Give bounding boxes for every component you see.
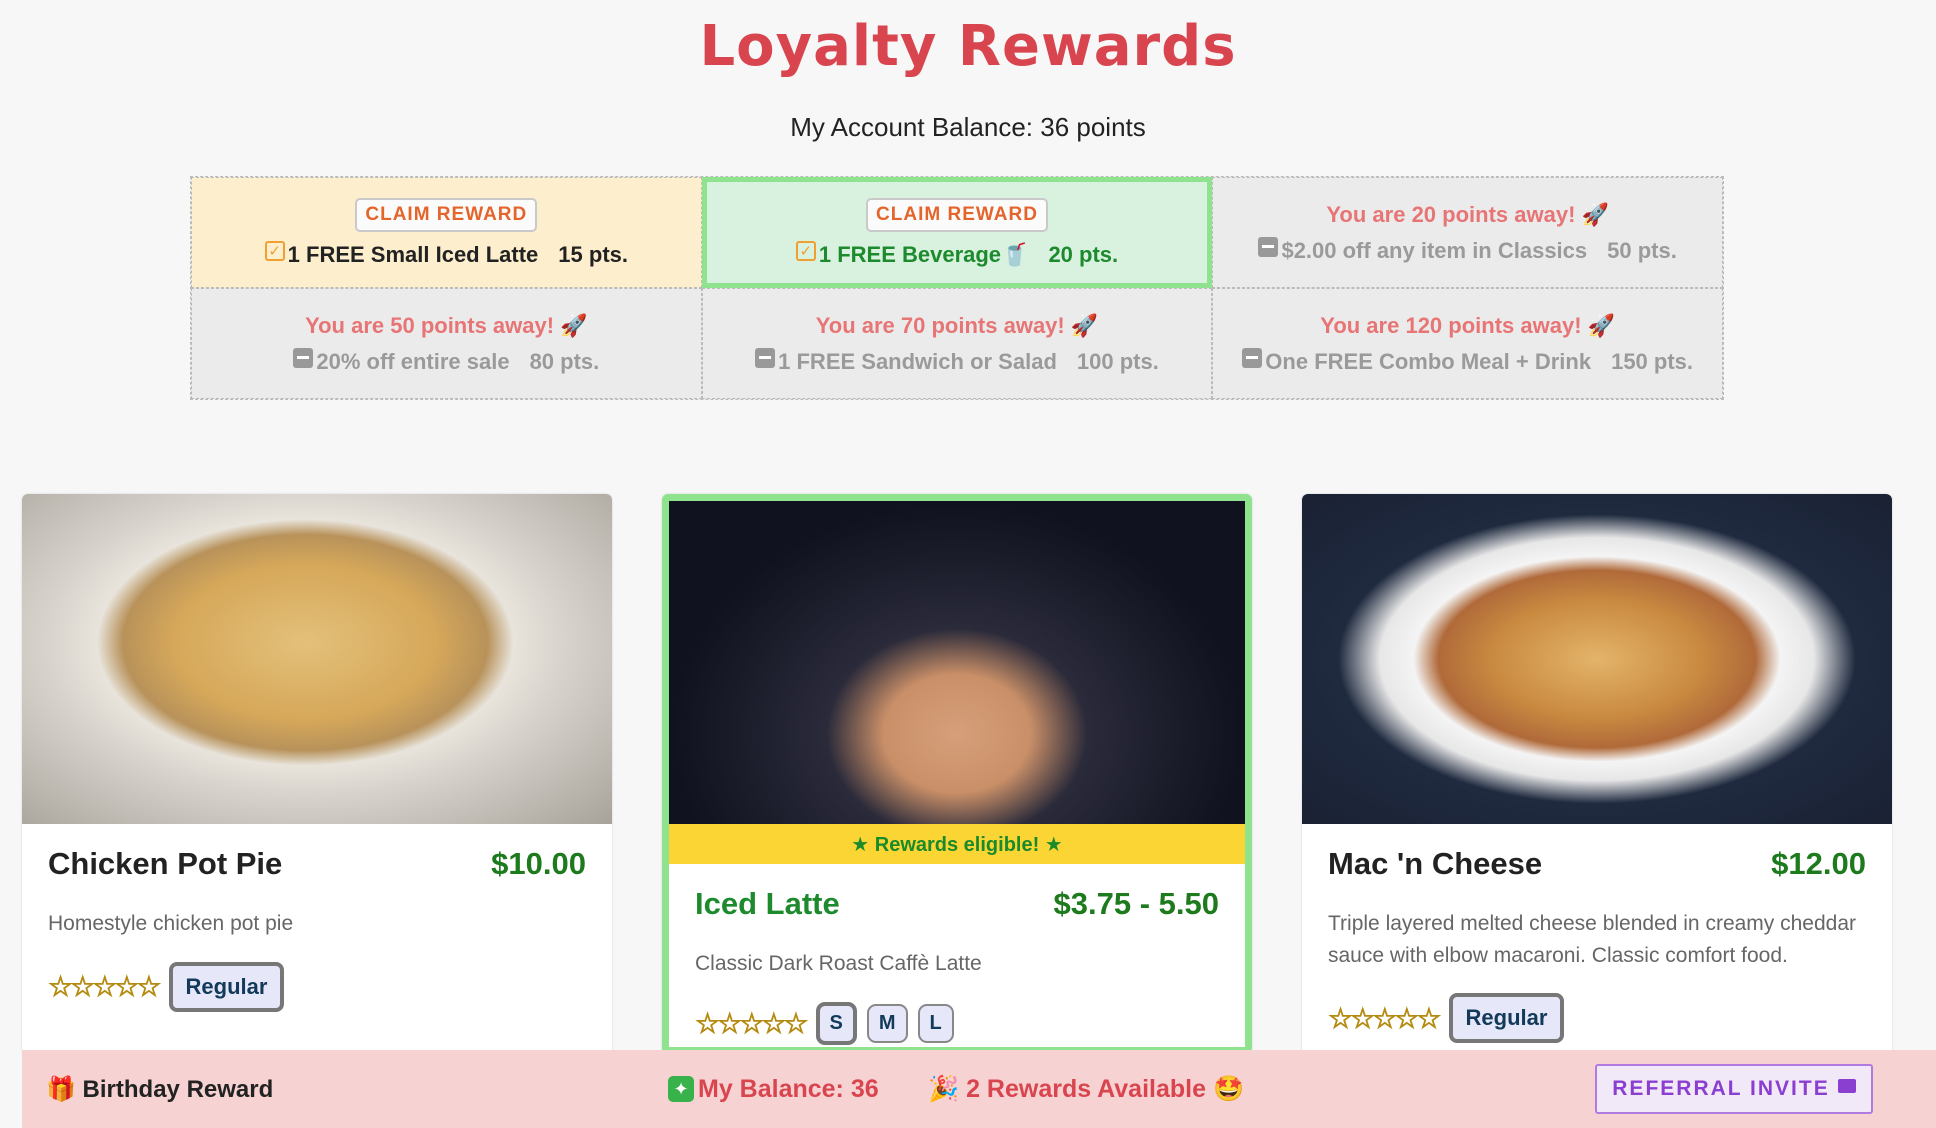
locked-checkbox-icon xyxy=(1242,347,1263,368)
reward-line: ✓ 1 FREE Beverage🥤 20 pts. xyxy=(795,240,1119,268)
reward-cell: You are 70 points away! 🚀 1 FREE Sandwic… xyxy=(701,288,1213,399)
reward-line: 1 FREE Sandwich or Salad 100 pts. xyxy=(755,347,1159,375)
reward-name: One FREE Combo Meal + Drink xyxy=(1265,348,1592,374)
rewards-footer-bar: 🎁 Birthday Reward ✦ My Balance: 36 🎉 2 R… xyxy=(22,1050,1936,1128)
product-name: Chicken Pot Pie xyxy=(48,846,283,881)
product-price: $3.75 - 5.50 xyxy=(1053,886,1219,921)
locked-checkbox-icon xyxy=(1258,236,1279,257)
reward-line: ✓ 1 FREE Small Iced Latte 15 pts. xyxy=(264,240,628,268)
reward-name: 1 FREE Beverage🥤 xyxy=(818,241,1029,267)
reward-line: 20% off entire sale 80 pts. xyxy=(293,347,600,375)
reward-name: $2.00 off any item in Classics xyxy=(1281,237,1588,263)
points-away-text: You are 120 points away! 🚀 xyxy=(1320,312,1616,338)
size-s-button[interactable]: S xyxy=(815,1001,857,1045)
reward-cell: You are 50 points away! 🚀 20% off entire… xyxy=(191,288,702,399)
option-regular-button[interactable]: Regular xyxy=(1448,993,1565,1043)
reward-points: 50 pts. xyxy=(1607,237,1677,263)
account-balance: My Account Balance: 36 points xyxy=(790,112,1146,142)
points-away-text: You are 20 points away! 🚀 xyxy=(1326,201,1609,227)
reward-points: 15 pts. xyxy=(558,241,628,267)
rewards-eligible-banner: ★ Rewards eligible! ★ xyxy=(669,824,1245,864)
rewards-grid: CLAIM REWARD ✓ 1 FREE Small Iced Latte 1… xyxy=(190,176,1724,400)
product-image xyxy=(22,494,612,824)
checkbox-icon[interactable]: ✓ xyxy=(264,240,285,261)
product-description: Triple layered melted cheese blended in … xyxy=(1328,912,1857,967)
checkbox-icon[interactable]: ✓ xyxy=(795,240,816,261)
rating-stars-icon[interactable]: ☆☆☆☆☆ xyxy=(48,970,162,1003)
product-price: $10.00 xyxy=(491,846,586,881)
claim-reward-button[interactable]: CLAIM REWARD xyxy=(866,197,1048,232)
product-description: Homestyle chicken pot pie xyxy=(48,912,294,935)
locked-checkbox-icon xyxy=(755,347,776,368)
envelope-icon xyxy=(1837,1079,1856,1093)
product-name: Iced Latte xyxy=(695,886,840,921)
footer-balance-text: My Balance: 36 xyxy=(698,1074,879,1103)
product-description: Classic Dark Roast Caffè Latte xyxy=(695,952,982,975)
reward-points: 100 pts. xyxy=(1076,348,1159,374)
page-title: Loyalty Rewards xyxy=(699,14,1237,79)
reward-name: 1 FREE Small Iced Latte xyxy=(287,241,539,267)
footer-balance: ✦ My Balance: 36 xyxy=(668,1075,879,1104)
locked-checkbox-icon xyxy=(293,347,314,368)
reward-cell: You are 20 points away! 🚀 $2.00 off any … xyxy=(1212,177,1723,288)
product-card[interactable]: Mac 'n Cheese $12.00 Triple layered melt… xyxy=(1302,494,1892,1054)
reward-name: 1 FREE Sandwich or Salad xyxy=(778,348,1057,374)
size-l-button[interactable]: L xyxy=(917,1003,954,1043)
reward-points: 20 pts. xyxy=(1048,241,1119,267)
product-card[interactable]: Chicken Pot Pie $10.00 Homestyle chicken… xyxy=(22,494,612,1054)
sparkle-icon: ✦ xyxy=(668,1076,694,1102)
product-image xyxy=(669,501,1245,824)
points-away-text: You are 70 points away! 🚀 xyxy=(815,312,1099,338)
reward-cell: CLAIM REWARD ✓ 1 FREE Small Iced Latte 1… xyxy=(191,177,702,288)
birthday-reward-link[interactable]: 🎁 Birthday Reward xyxy=(46,1075,273,1104)
referral-invite-button[interactable]: REFERRAL INVITE xyxy=(1595,1064,1873,1114)
reward-cell: You are 120 points away! 🚀 One FREE Comb… xyxy=(1212,288,1723,399)
reward-cell: CLAIM REWARD ✓ 1 FREE Beverage🥤 20 pts. xyxy=(701,177,1213,288)
product-price: $12.00 xyxy=(1771,846,1866,881)
reward-line: One FREE Combo Meal + Drink 150 pts. xyxy=(1242,347,1694,375)
product-image xyxy=(1302,494,1892,824)
option-regular-button[interactable]: Regular xyxy=(168,961,285,1012)
reward-points: 150 pts. xyxy=(1611,348,1694,374)
rating-stars-icon[interactable]: ☆☆☆☆☆ xyxy=(695,1007,809,1040)
points-away-text: You are 50 points away! 🚀 xyxy=(305,312,588,338)
referral-invite-label: REFERRAL INVITE xyxy=(1612,1077,1830,1100)
claim-reward-button[interactable]: CLAIM REWARD xyxy=(355,197,538,232)
product-card[interactable]: ★ Rewards eligible! ★ Iced Latte $3.75 -… xyxy=(662,494,1252,1054)
rating-stars-icon[interactable]: ☆☆☆☆☆ xyxy=(1328,1002,1442,1035)
reward-line: $2.00 off any item in Classics 50 pts. xyxy=(1258,236,1677,264)
reward-name: 20% off entire sale xyxy=(316,348,510,374)
size-m-button[interactable]: M xyxy=(866,1003,908,1043)
rewards-available: 🎉 2 Rewards Available 🤩 xyxy=(928,1074,1245,1103)
product-name: Mac 'n Cheese xyxy=(1328,846,1543,881)
reward-points: 80 pts. xyxy=(529,348,600,374)
